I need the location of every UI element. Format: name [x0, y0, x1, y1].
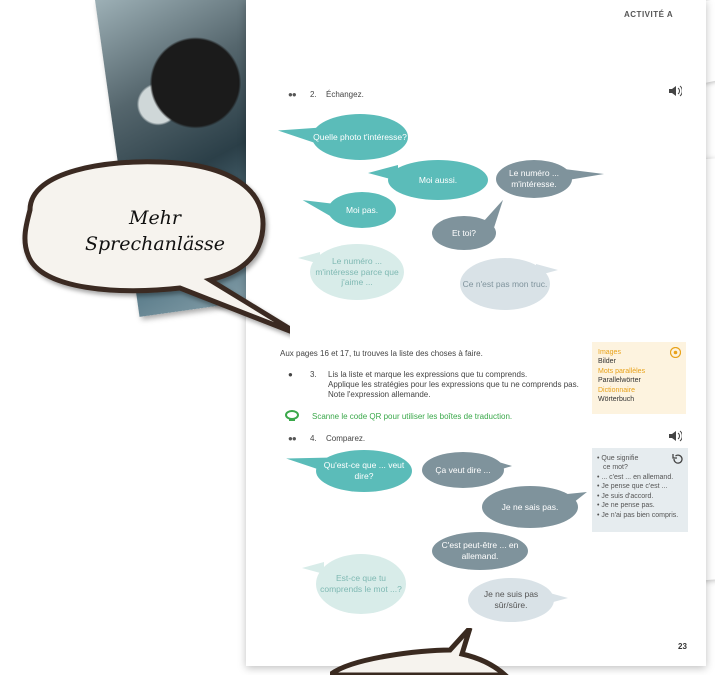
strategy-label: Mots parallèles: [598, 367, 646, 375]
callout-line: Mehr: [128, 207, 182, 229]
phrase-item: • ... c'est ... en allemand.: [597, 473, 674, 481]
textbook-page: ACTIVITÉ A ●● 2. Échangez. Quelle photo …: [246, 0, 706, 666]
instruction-line: Lis la liste et marque les expressions q…: [328, 370, 528, 379]
speech-bubble: Est-ce que tu comprends le mot ...?: [316, 554, 406, 614]
callout-text: Mehr Sprechanlässe: [60, 205, 250, 257]
strategy-translation: Parallelwörter: [598, 377, 641, 385]
callout-line: Sprechanlässe: [84, 233, 226, 255]
qr-scan-icon[interactable]: [284, 410, 300, 422]
phrase-item: • Je suis d'accord.: [597, 492, 654, 500]
phrases-box: • Que signifie ce mot? • ... c'est ... e…: [592, 448, 688, 532]
intro-text: Aux pages 16 et 17, tu trouves la liste …: [280, 349, 483, 358]
strategy-translation: Bilder: [598, 358, 616, 366]
page-number: 23: [678, 642, 687, 651]
instruction-line: Applique les stratégies pour les express…: [328, 380, 579, 389]
bottom-callout: [330, 628, 509, 675]
speaker-icon[interactable]: [668, 85, 682, 97]
speech-bubble: Je ne suis pas sûr/sûre.: [468, 578, 554, 622]
phrase-item: • Je pense que c'est ...: [597, 483, 668, 491]
qr-instruction[interactable]: Scanne le code QR pour utiliser les boît…: [312, 412, 512, 421]
speech-bubble: Qu'est-ce que ... veut dire?: [316, 450, 412, 492]
activity-label: ACTIVITÉ A: [624, 10, 674, 19]
exercise-title: Comparez.: [326, 434, 366, 443]
flower-icon: [670, 347, 681, 358]
speech-bubble: Je ne sais pas.: [482, 486, 578, 528]
speech-bubble: Le numéro ... m'intéresse.: [496, 160, 572, 198]
bullet-dot: ●: [288, 370, 293, 379]
instruction-line: Note l'expression allemande.: [328, 390, 431, 399]
exercise-number: 2.: [310, 90, 317, 99]
exercise-number: 4.: [310, 434, 317, 443]
speech-bubble: Moi aussi.: [388, 160, 488, 200]
partner-icon: ●●: [288, 434, 297, 443]
partner-icon: ●●: [288, 90, 297, 99]
strategy-label: Images: [598, 349, 621, 356]
exercise-title: Échangez.: [326, 90, 364, 99]
speech-bubble: Moi pas.: [328, 192, 396, 228]
speech-bubble: Quelle photo t'intéresse?: [312, 114, 408, 160]
speech-bubble: Ça veut dire ...: [422, 452, 504, 488]
phrase-item: ce mot?: [603, 464, 628, 472]
phrase-item: • Je n'ai pas bien compris.: [597, 511, 679, 519]
speech-bubble: Ce n'est pas mon truc.: [460, 258, 550, 310]
speech-bubble: C'est peut-être ... en allemand.: [432, 532, 528, 570]
speaker-icon[interactable]: [668, 430, 682, 442]
strategy-label: Dictionnaire: [598, 386, 635, 394]
exercise-number: 3.: [310, 370, 317, 379]
phrase-item: • Que signifie: [597, 455, 639, 462]
speech-bubble: Et toi?: [432, 216, 496, 250]
phrase-item: • Je ne pense pas.: [597, 502, 655, 510]
speech-bubble: Le numéro ... m'intéresse parce que j'ai…: [310, 244, 404, 300]
strategy-translation: Wörterbuch: [598, 396, 635, 404]
strategy-box: Images Bilder Mots parallèles Parallelwö…: [592, 342, 686, 414]
refresh-icon[interactable]: [672, 454, 683, 465]
